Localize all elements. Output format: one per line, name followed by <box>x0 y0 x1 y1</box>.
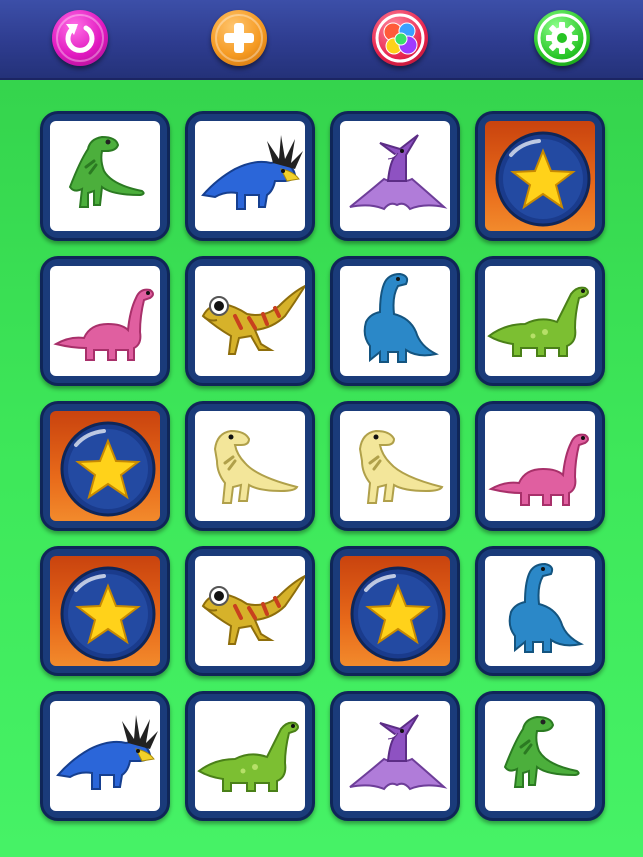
card-face <box>340 121 450 231</box>
card-yellow-t-rex[interactable] <box>330 401 460 531</box>
yellow-t-rex-icon <box>358 429 444 504</box>
blue-styracosaurus-icon <box>201 135 303 210</box>
card-face <box>195 266 305 376</box>
card-pink-brachiosaurus[interactable] <box>40 256 170 386</box>
card-face <box>485 411 595 521</box>
card-blue-brachiosaurus[interactable] <box>330 256 460 386</box>
add-button[interactable] <box>211 10 267 66</box>
card-face <box>195 121 305 231</box>
card-face <box>50 556 160 666</box>
card-green-brachiosaurus[interactable] <box>185 691 315 821</box>
card-face <box>340 556 450 666</box>
card-face <box>340 266 450 376</box>
toolbar <box>0 0 643 80</box>
card-face <box>195 556 305 666</box>
card-green-t-rex[interactable] <box>40 111 170 241</box>
card-face <box>340 701 450 811</box>
card-yellow-raptor[interactable] <box>185 256 315 386</box>
purple-pterodactyl-icon <box>349 714 448 791</box>
star-bubble-icon <box>60 566 156 662</box>
card-hidden[interactable] <box>40 401 170 531</box>
card-face <box>50 701 160 811</box>
card-face <box>485 266 595 376</box>
bubbles-button[interactable] <box>372 10 428 66</box>
card-face <box>485 701 595 811</box>
yellow-raptor-icon <box>201 574 305 645</box>
card-pink-brachiosaurus[interactable] <box>475 401 605 531</box>
card-yellow-raptor[interactable] <box>185 546 315 676</box>
card-face <box>50 411 160 521</box>
blue-styracosaurus-icon <box>56 715 158 790</box>
card-face <box>50 121 160 231</box>
pink-brachiosaurus-icon <box>53 288 154 361</box>
star-bubble-icon <box>60 421 156 517</box>
green-t-rex-icon <box>68 135 145 208</box>
card-face <box>195 411 305 521</box>
blue-brachiosaurus-icon <box>508 562 584 653</box>
card-yellow-t-rex[interactable] <box>185 401 315 531</box>
green-t-rex-icon <box>503 715 580 788</box>
card-hidden[interactable] <box>40 546 170 676</box>
card-purple-pterodactyl[interactable] <box>330 691 460 821</box>
card-face <box>195 701 305 811</box>
settings-button[interactable] <box>534 10 590 66</box>
restart-icon <box>56 14 104 62</box>
card-face <box>50 266 160 376</box>
blue-brachiosaurus-icon <box>363 272 439 363</box>
yellow-t-rex-icon <box>213 429 299 504</box>
pink-brachiosaurus-icon <box>488 433 589 506</box>
purple-pterodactyl-icon <box>349 134 448 211</box>
green-brachiosaurus-icon <box>197 721 299 792</box>
card-blue-brachiosaurus[interactable] <box>475 546 605 676</box>
card-hidden[interactable] <box>475 111 605 241</box>
star-bubble-icon <box>495 131 591 227</box>
restart-button[interactable] <box>52 10 108 66</box>
green-brachiosaurus-icon <box>487 286 589 357</box>
card-blue-styracosaurus[interactable] <box>185 111 315 241</box>
plus-icon <box>215 14 263 62</box>
card-green-brachiosaurus[interactable] <box>475 256 605 386</box>
card-face <box>485 556 595 666</box>
gear-icon <box>537 13 587 63</box>
card-purple-pterodactyl[interactable] <box>330 111 460 241</box>
yellow-raptor-icon <box>201 284 305 355</box>
card-hidden[interactable] <box>330 546 460 676</box>
card-face <box>340 411 450 521</box>
card-green-t-rex[interactable] <box>475 691 605 821</box>
bubbles-icon <box>375 13 425 63</box>
card-blue-styracosaurus[interactable] <box>40 691 170 821</box>
card-face <box>485 121 595 231</box>
star-bubble-icon <box>350 566 446 662</box>
